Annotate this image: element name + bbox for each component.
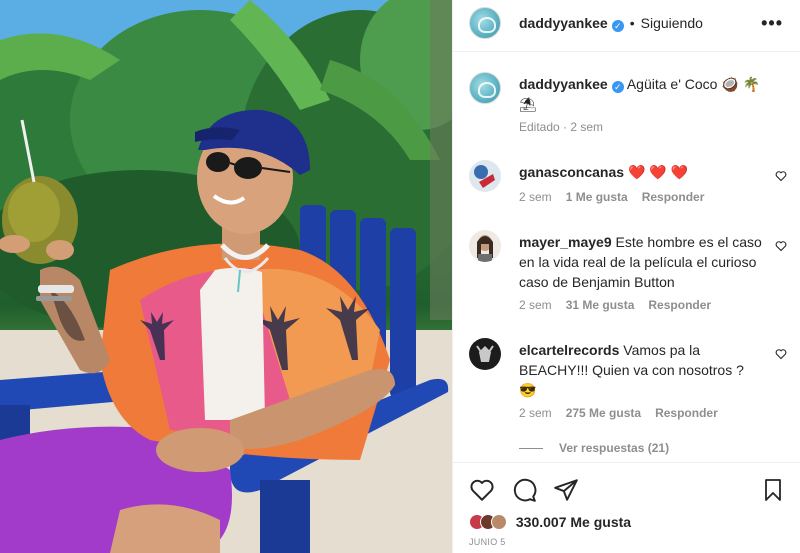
caption-text-block: daddyyankee ✓ Agüita e' Coco 🥥 🌴 ⛱ xyxy=(519,74,779,114)
comment-time: 2 sem xyxy=(519,406,552,420)
following-button[interactable]: Siguiendo xyxy=(641,15,703,31)
paper-plane-icon[interactable] xyxy=(553,477,579,503)
verified-badge-icon: ✓ xyxy=(611,20,624,32)
reply-button[interactable]: Responder xyxy=(642,190,705,204)
more-options-icon[interactable]: ••• xyxy=(761,13,783,34)
comment-actions: 2 sem 1 Me gusta Responder xyxy=(519,190,718,204)
likes-summary[interactable]: 330.007 Me gusta xyxy=(469,513,631,533)
comment-actions: 2 sem 31 Me gusta Responder xyxy=(519,298,725,312)
replies-divider-line xyxy=(519,448,543,450)
likes-count: 330.007 Me gusta xyxy=(515,514,632,531)
post-header: daddyyankee ✓ • Siguiendo ••• xyxy=(453,0,800,52)
view-replies-label: Ver respuestas (21) xyxy=(559,441,670,455)
action-bar xyxy=(469,477,785,503)
author-avatar[interactable] xyxy=(469,7,501,39)
comment-likes[interactable]: 275 Me gusta xyxy=(566,406,641,420)
caption-meta: Editado · 2 sem xyxy=(519,120,604,134)
caption-author-avatar[interactable] xyxy=(469,72,501,104)
reply-button[interactable]: Responder xyxy=(655,406,718,420)
commenter-avatar[interactable] xyxy=(469,160,501,192)
view-replies-button[interactable]: Ver respuestas (21) xyxy=(519,441,669,455)
reply-button[interactable]: Responder xyxy=(648,298,711,312)
caption-author-username[interactable]: daddyyankee xyxy=(519,76,608,92)
post-image xyxy=(0,0,452,553)
comment-text: ❤️ ❤️ ❤️ xyxy=(627,164,689,180)
post-photo[interactable] xyxy=(0,0,452,553)
author-row: daddyyankee ✓ • Siguiendo xyxy=(519,15,703,32)
post-footer: 330.007 Me gusta JUNIO 5 xyxy=(453,462,800,553)
comment-likes[interactable]: 31 Me gusta xyxy=(566,298,635,312)
comment-icon[interactable] xyxy=(511,477,537,503)
commenter-username[interactable]: elcartelrecords xyxy=(519,342,619,358)
bookmark-icon[interactable] xyxy=(761,477,785,503)
post-date: JUNIO 5 xyxy=(469,537,506,547)
comment-time: 2 sem xyxy=(519,298,552,312)
comment-like-heart-icon[interactable] xyxy=(775,170,787,182)
comment-body: ganasconcanas ❤️ ❤️ ❤️ xyxy=(519,162,765,182)
comment-actions: 2 sem 275 Me gusta Responder xyxy=(519,406,732,420)
verified-badge-icon: ✓ xyxy=(611,81,624,93)
comment-like-heart-icon[interactable] xyxy=(775,240,787,252)
comment-likes[interactable]: 1 Me gusta xyxy=(566,190,628,204)
commenter-username[interactable]: mayer_maye9 xyxy=(519,234,612,250)
commenter-username[interactable]: ganasconcanas xyxy=(519,164,624,180)
comment-like-heart-icon[interactable] xyxy=(775,348,787,360)
separator-dot: • xyxy=(629,15,635,31)
comment-body: elcartelrecords Vamos pa la BEACHY!!! Qu… xyxy=(519,340,765,400)
author-username[interactable]: daddyyankee xyxy=(519,15,608,31)
comment-time: 2 sem xyxy=(519,190,552,204)
comment-body: mayer_maye9 Este hombre es el caso en la… xyxy=(519,232,765,292)
liker-avatar xyxy=(491,514,507,531)
commenter-avatar[interactable] xyxy=(469,338,501,370)
heart-icon[interactable] xyxy=(469,477,495,503)
post-side-panel: daddyyankee ✓ • Siguiendo ••• daddyyankee ✓ … xyxy=(452,0,800,553)
commenter-avatar[interactable] xyxy=(469,230,501,262)
